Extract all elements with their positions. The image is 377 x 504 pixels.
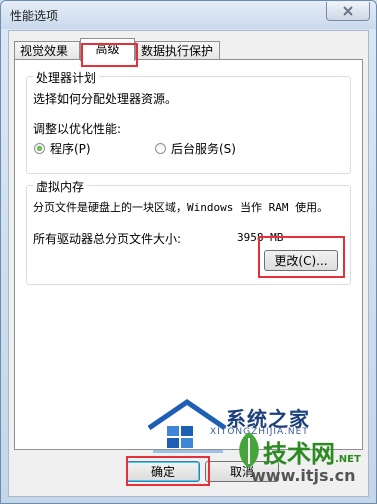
radio-programs-label: 程序(P)	[50, 142, 91, 156]
close-button[interactable]	[326, 2, 370, 21]
ok-button[interactable]: 确定	[126, 461, 200, 482]
watermark-net-text: .NET	[335, 454, 361, 465]
close-icon	[343, 6, 353, 16]
processor-description: 选择如何分配处理器资源。	[33, 92, 178, 106]
tab-label: 高级	[95, 42, 120, 56]
processor-scheduling-group: 处理器计划 选择如何分配处理器资源。 调整以优化性能: 程序(P) 后台服务(S…	[26, 69, 351, 174]
watermark-tech-site: 技术网.NET	[263, 434, 361, 469]
radio-background-services[interactable]: 后台服务(S)	[155, 140, 236, 157]
total-paging-label: 所有驱动器总分页文件大小:	[33, 232, 182, 246]
adjust-label: 调整以优化性能:	[33, 122, 122, 136]
tab-visual-effects[interactable]: 视觉效果	[14, 41, 80, 60]
tab-label: 数据执行保护	[141, 44, 214, 58]
title-bar: 性能选项	[1, 1, 376, 29]
advanced-tab-panel: 处理器计划 选择如何分配处理器资源。 调整以优化性能: 程序(P) 后台服务(S…	[14, 59, 363, 450]
ok-button-label: 确定	[150, 465, 175, 479]
virtual-memory-description: 分页文件是硬盘上的一块区域，Windows 当作 RAM 使用。	[33, 201, 329, 214]
radio-background-label: 后台服务(S)	[171, 142, 236, 156]
window-title: 性能选项	[10, 9, 59, 23]
change-button[interactable]: 更改(C)...	[264, 250, 338, 271]
watermark-url: www.itjs.cn	[251, 466, 356, 485]
total-paging-value: 3958 MB	[237, 231, 284, 244]
watermark-tech-text: 技术网	[263, 440, 335, 468]
radio-programs[interactable]: 程序(P)	[34, 140, 91, 157]
virtual-memory-legend: 虚拟内存	[33, 178, 88, 195]
change-button-label: 更改(C)...	[274, 254, 328, 268]
radio-unchecked-icon	[155, 143, 166, 154]
processor-scheduling-legend: 处理器计划	[33, 69, 100, 86]
radio-checked-icon	[34, 143, 45, 154]
tab-advanced[interactable]: 高级	[80, 38, 135, 61]
virtual-memory-group: 虚拟内存 分页文件是硬盘上的一块区域，Windows 当作 RAM 使用。 所有…	[26, 178, 351, 285]
itjs-leaf-icon	[239, 432, 259, 468]
tab-label: 视觉效果	[20, 44, 69, 58]
tab-dep[interactable]: 数据执行保护	[135, 41, 220, 60]
